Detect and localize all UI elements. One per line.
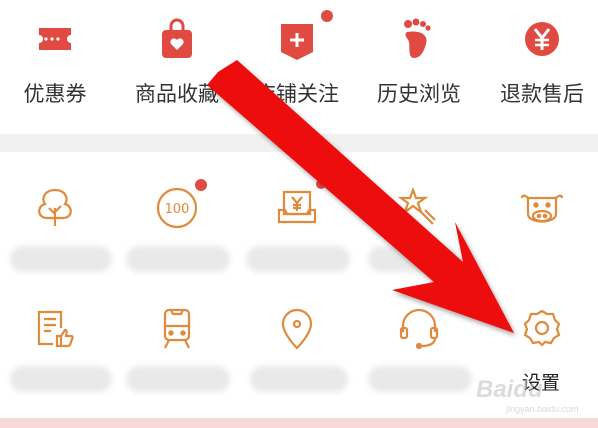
red-arrow-annotation	[207, 60, 514, 333]
